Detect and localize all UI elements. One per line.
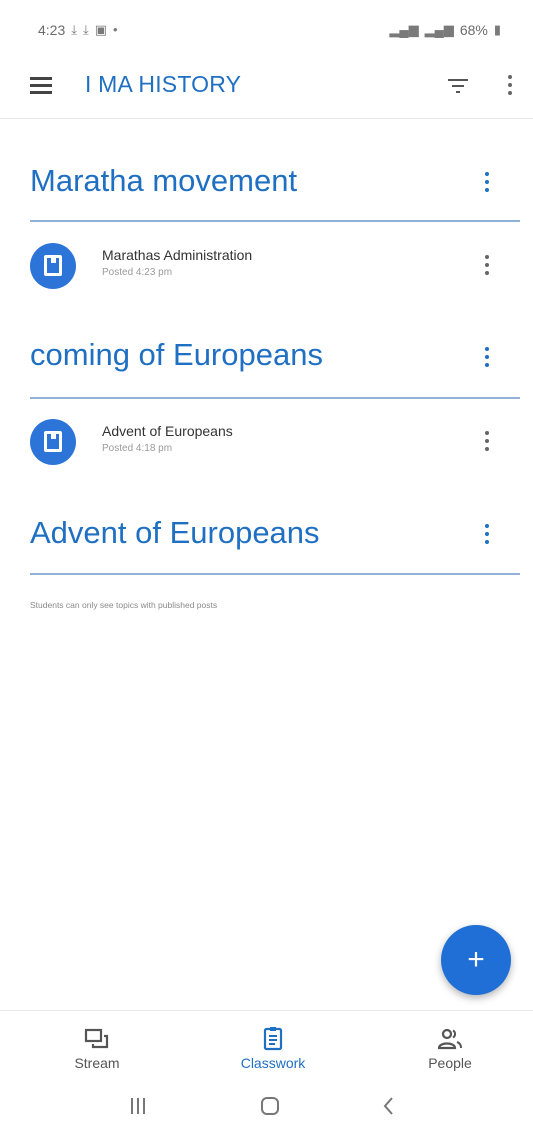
item-posted-time: Posted 4:23 pm [102,267,173,278]
item-title: Advent of Europeans [102,423,233,439]
add-icon: + [467,943,485,976]
assignment-icon [30,243,76,289]
item-more-icon[interactable] [484,431,490,453]
assignment-icon [30,419,76,465]
people-icon [437,1027,463,1051]
class-title: I MA HISTORY [85,71,242,97]
topic-divider [30,220,520,222]
back-icon[interactable] [370,1092,410,1122]
item-title: Marathas Administration [102,247,253,263]
menu-icon[interactable] [30,77,52,95]
signal-icon: ▂▄▆ [389,22,419,37]
nav-label: People [428,1055,472,1071]
item-posted-time: Posted 4:18 pm [102,443,173,454]
create-button[interactable]: + [441,925,511,995]
topic-more-icon[interactable] [484,347,490,369]
dot-icon: • [113,22,118,37]
download-icon: ⤓ [83,22,89,37]
item-more-icon[interactable] [484,255,490,277]
system-navigation-bar [0,1082,533,1138]
battery-level: 68% [459,22,488,38]
topic-title[interactable]: Maratha movement [30,163,297,199]
recent-apps-icon[interactable] [118,1092,158,1122]
nav-label: Stream [74,1055,120,1071]
download-icon: ⤓ [71,22,77,37]
app-bar: I MA HISTORY [0,55,533,119]
list-item[interactable]: Advent of Europeans Posted 4:18 pm [0,419,533,491]
topic-more-icon[interactable] [484,172,490,194]
visibility-note: Students can only see topics with publis… [30,600,218,610]
list-item[interactable]: Marathas Administration Posted 4:23 pm [0,243,533,315]
topic-more-icon[interactable] [484,524,490,546]
battery-icon: ▮ [493,22,501,37]
stream-icon [84,1027,110,1051]
classroom-screen: 4:23 ⤓ ⤓ ▣ • ▂▄▆ ▂▄▆ 68% ▮ I MA HISTORY … [0,0,533,1138]
home-icon[interactable] [250,1092,290,1122]
topic-divider [30,573,520,575]
nav-stream[interactable]: Stream [37,1011,157,1083]
filter-icon[interactable] [448,77,468,93]
topic-title[interactable]: coming of Europeans [30,337,323,373]
classwork-icon [260,1027,286,1051]
status-time: 4:23 [38,22,66,38]
nav-people[interactable]: People [390,1011,510,1083]
nav-classwork[interactable]: Classwork [213,1011,333,1083]
signal-icon: ▂▄▆ [424,22,454,37]
gallery-icon: ▣ [94,22,108,37]
topic-divider [30,397,520,399]
overflow-menu-icon[interactable] [507,75,513,97]
bottom-navigation: Stream Classwork People [0,1010,533,1082]
topic-title[interactable]: Advent of Europeans [30,515,320,551]
status-bar: 4:23 ⤓ ⤓ ▣ • ▂▄▆ ▂▄▆ 68% ▮ [0,0,533,60]
nav-label: Classwork [240,1055,306,1071]
